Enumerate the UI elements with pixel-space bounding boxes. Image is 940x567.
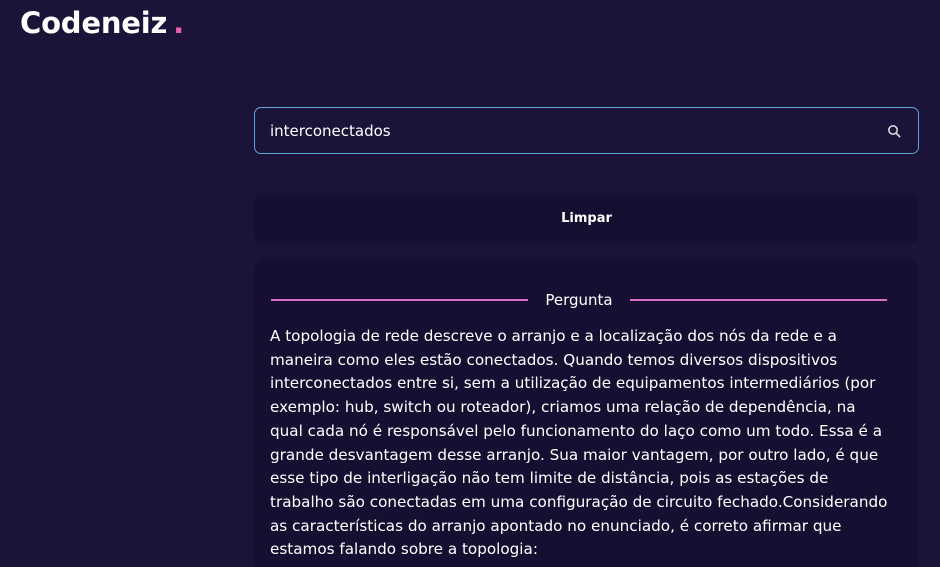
divider-left xyxy=(271,299,529,301)
search-icon[interactable] xyxy=(887,124,901,138)
clear-button-label: Limpar xyxy=(561,210,612,226)
section-title: Pergunta xyxy=(545,291,613,309)
search-input[interactable] xyxy=(270,108,860,153)
brand-logo[interactable]: Codeneiz. xyxy=(20,6,184,40)
search-box xyxy=(254,107,919,154)
section-header: Pergunta xyxy=(271,289,888,311)
question-card: Pergunta A topologia de rede descreve o … xyxy=(254,259,919,567)
brand-dot: . xyxy=(173,6,184,40)
divider-right xyxy=(629,299,888,301)
brand-name: Codeneiz xyxy=(20,6,168,40)
page: Codeneiz. Limpar Pergunta A topologia de… xyxy=(0,0,940,567)
question-text: A topologia de rede descreve o arranjo e… xyxy=(270,327,888,559)
clear-button[interactable]: Limpar xyxy=(254,193,919,243)
